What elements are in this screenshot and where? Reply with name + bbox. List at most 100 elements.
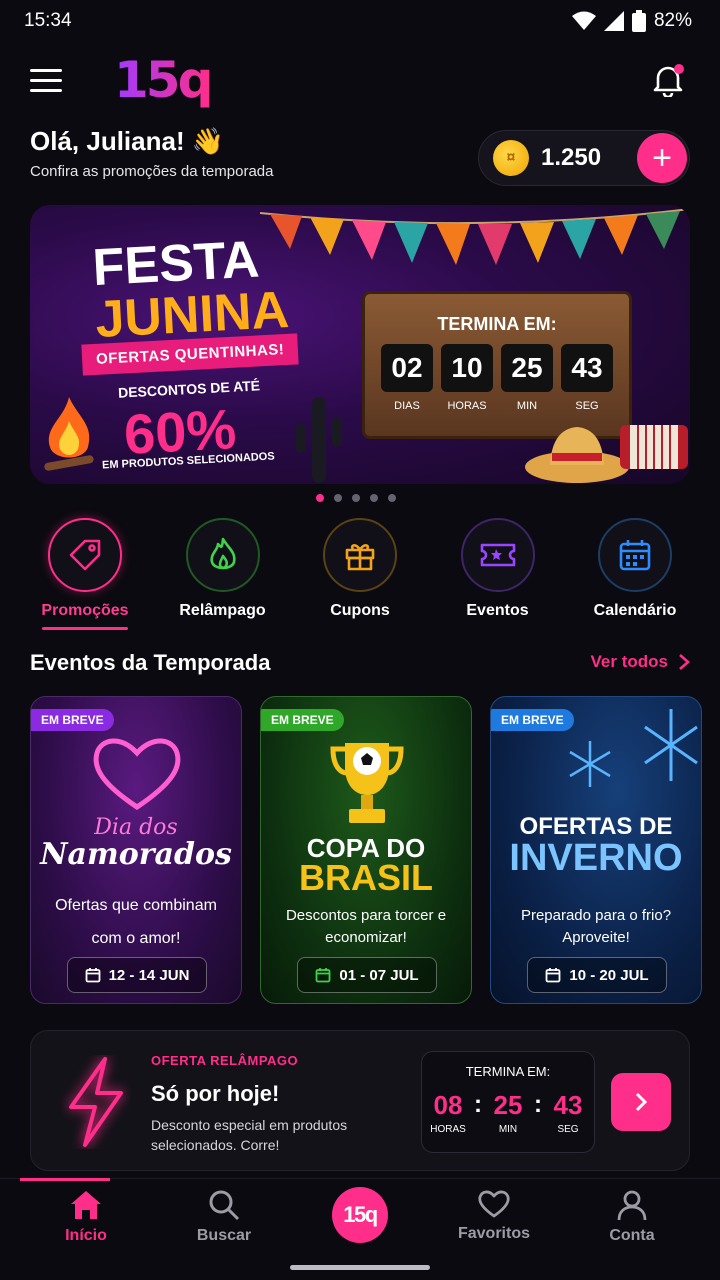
nav-label: Buscar bbox=[196, 1227, 252, 1244]
event-date: 01 - 07 JUL bbox=[297, 957, 437, 993]
carousel-dot[interactable] bbox=[370, 494, 378, 502]
banner-title: FESTA JUNINA bbox=[91, 230, 290, 349]
wifi-icon bbox=[571, 11, 596, 30]
event-title-line2: Namorados bbox=[40, 837, 232, 872]
countdown-value: 10 bbox=[441, 344, 493, 392]
event-date-text: 10 - 20 JUL bbox=[569, 966, 649, 984]
countdown-label: SEG bbox=[575, 400, 599, 412]
calendar-icon bbox=[85, 968, 100, 983]
nav-account[interactable]: Conta bbox=[572, 1189, 692, 1245]
category-relampago[interactable]: Relâmpago bbox=[158, 518, 288, 630]
countdown-label: MIN bbox=[516, 400, 538, 412]
see-all-link[interactable]: Ver todos bbox=[591, 652, 690, 672]
nav-home[interactable]: Início bbox=[26, 1189, 146, 1245]
countdown-separator: : bbox=[534, 1091, 542, 1118]
menu-icon bbox=[30, 68, 62, 72]
flame-icon bbox=[209, 537, 236, 570]
flash-countdown-minutes: 25 MIN bbox=[486, 1090, 530, 1135]
nav-favorites[interactable]: Favoritos bbox=[434, 1189, 554, 1243]
status-bar: 15:34 82% bbox=[0, 0, 720, 42]
snowflake-icon bbox=[644, 709, 698, 781]
coin-icon: ¤ bbox=[493, 140, 529, 176]
see-all-label: Ver todos bbox=[590, 652, 668, 671]
app-logo[interactable]: 15q bbox=[114, 51, 213, 109]
flash-offer-description: Desconto especial em produtos selecionad… bbox=[151, 1117, 348, 1153]
category-label: Relâmpago bbox=[179, 602, 266, 619]
menu-button[interactable] bbox=[30, 60, 70, 100]
event-card[interactable]: EM BREVE OFERTAS DE INVERNO Preparado pa… bbox=[490, 696, 702, 1004]
event-subtitle: Preparado para o frio? Aproveite! bbox=[520, 907, 672, 946]
add-coins-button[interactable]: + bbox=[637, 133, 687, 183]
flash-countdown-hours: 08 HORAS bbox=[426, 1090, 470, 1135]
flash-offer-go-button[interactable] bbox=[611, 1073, 671, 1131]
calendar-icon bbox=[619, 540, 651, 571]
status-icons: 82% bbox=[571, 10, 692, 32]
greeting-subtitle: Confira as promoções da temporada bbox=[30, 163, 274, 180]
carousel-dot[interactable] bbox=[316, 494, 324, 502]
notifications-button[interactable] bbox=[646, 58, 690, 102]
chevron-right-icon bbox=[635, 1092, 648, 1112]
nav-search[interactable]: Buscar bbox=[164, 1189, 284, 1245]
carousel-dot[interactable] bbox=[388, 494, 396, 502]
banner-discount-label: DESCONTOS DE ATÉ bbox=[117, 377, 261, 401]
flash-countdown-digits: 08 HORAS : 25 MIN : 43 SEG bbox=[422, 1090, 594, 1135]
coins-balance[interactable]: ¤ 1.250 + bbox=[478, 130, 690, 186]
countdown-label: MIN bbox=[498, 1124, 518, 1135]
category-promocoes[interactable]: Promoções bbox=[20, 518, 150, 630]
category-label: Promoções bbox=[41, 602, 129, 619]
carousel-dot[interactable] bbox=[334, 494, 342, 502]
trophy-icon bbox=[330, 743, 404, 823]
carousel-dots[interactable] bbox=[316, 494, 396, 502]
flash-countdown-title: TERMINA EM: bbox=[465, 1064, 551, 1079]
flash-countdown-seconds: 43 SEG bbox=[546, 1090, 590, 1135]
carousel-dot[interactable] bbox=[352, 494, 360, 502]
countdown-value: 43 bbox=[561, 344, 613, 392]
battery-level: 82% bbox=[653, 10, 692, 31]
event-date-text: 01 - 07 JUL bbox=[339, 966, 419, 984]
nav-center-logo-button[interactable]: 15q bbox=[332, 1187, 388, 1243]
category-icon-circle bbox=[460, 518, 535, 592]
countdown-label: HORAS bbox=[447, 400, 487, 412]
notification-dot bbox=[674, 64, 684, 74]
nav-label: Favoritos bbox=[457, 1225, 530, 1242]
countdown-value: 43 bbox=[553, 1090, 583, 1120]
heart-icon bbox=[478, 1190, 510, 1218]
battery-icon bbox=[631, 10, 646, 32]
nav-active-indicator bbox=[20, 1178, 110, 1181]
ticket-icon bbox=[480, 543, 515, 567]
search-icon bbox=[209, 1190, 240, 1221]
flash-offer-label: OFERTA RELÂMPAGO bbox=[151, 1053, 299, 1068]
category-eventos[interactable]: Eventos bbox=[433, 518, 563, 630]
event-date: 12 - 14 JUN bbox=[67, 957, 207, 993]
countdown-value: 25 bbox=[501, 344, 553, 392]
countdown-sign: TERMINA EM: 02 DIAS 10 HORAS 25 MIN 43 SEG bbox=[362, 291, 632, 439]
event-badge: EM BREVE bbox=[491, 709, 574, 731]
flash-offer-title: Só por hoje! bbox=[151, 1081, 280, 1106]
category-calendario[interactable]: Calendário bbox=[570, 518, 700, 630]
home-icon bbox=[71, 1191, 101, 1219]
promo-banner[interactable]: FESTA JUNINA OFERTAS QUENTINHAS! DESCONT… bbox=[30, 205, 690, 484]
category-label: Eventos bbox=[466, 602, 529, 619]
event-title-line2: BRASIL bbox=[299, 857, 433, 898]
flash-offer-card[interactable]: OFERTA RELÂMPAGO Só por hoje! Desconto e… bbox=[30, 1030, 690, 1171]
system-home-indicator[interactable] bbox=[290, 1265, 430, 1270]
category-label: Cupons bbox=[330, 602, 390, 619]
greeting: Olá, Juliana! 👋 Confira as promoções da … bbox=[30, 126, 273, 180]
bunting-flags bbox=[260, 208, 690, 265]
countdown-label: SEG bbox=[557, 1124, 579, 1135]
category-icon-circle bbox=[48, 518, 122, 592]
event-card[interactable]: EM BREVE COPA DO BRASIL Descontos para t… bbox=[260, 696, 472, 1004]
section-title: Eventos da Temporada bbox=[30, 650, 271, 675]
app-header: 15q bbox=[0, 51, 720, 109]
gift-icon bbox=[345, 544, 375, 571]
event-subtitle: Descontos para torcer e economizar! bbox=[285, 907, 447, 946]
countdown-value: 02 bbox=[381, 344, 433, 392]
countdown-title: TERMINA EM: bbox=[437, 314, 557, 334]
event-title-line2: INVERNO bbox=[509, 837, 683, 879]
category-cupons[interactable]: Cupons bbox=[295, 518, 425, 630]
calendar-icon bbox=[315, 968, 331, 983]
countdown-label: HORAS bbox=[430, 1124, 466, 1135]
events-carousel: EM BREVE Dia dos Namorados Ofertas que c… bbox=[30, 696, 720, 1004]
event-card[interactable]: EM BREVE Dia dos Namorados Ofertas que c… bbox=[30, 696, 242, 1004]
countdown-digits: 02 DIAS 10 HORAS 25 MIN 43 SEG bbox=[381, 344, 613, 412]
